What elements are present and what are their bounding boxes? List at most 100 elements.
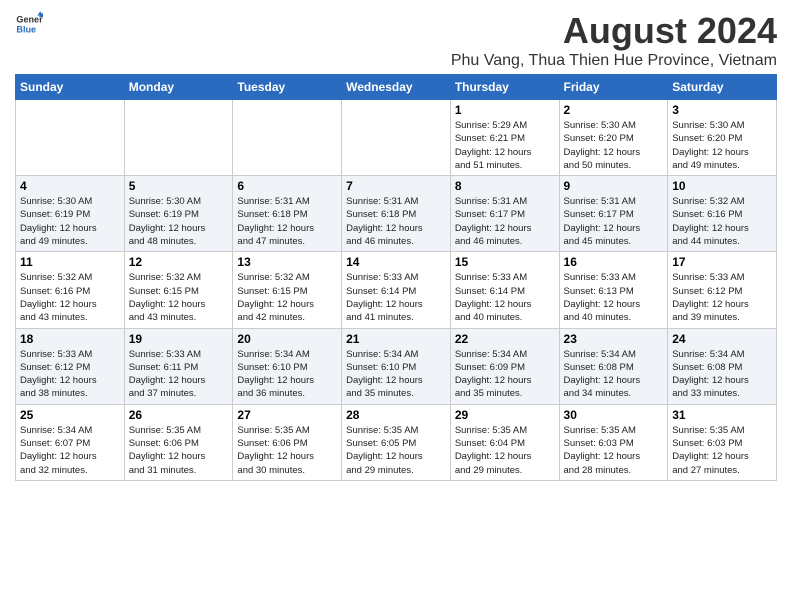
day-number: 13 [237, 255, 337, 269]
day-number: 16 [564, 255, 664, 269]
day-number: 15 [455, 255, 555, 269]
day-number: 5 [129, 179, 229, 193]
week-row-2: 4 Sunrise: 5:30 AM Sunset: 6:19 PM Daylig… [16, 176, 777, 252]
calendar-table: SundayMondayTuesdayWednesdayThursdayFrid… [15, 74, 777, 481]
day-info: Sunrise: 5:31 AM Sunset: 6:17 PM Dayligh… [564, 195, 664, 248]
day-info: Sunrise: 5:35 AM Sunset: 6:03 PM Dayligh… [564, 424, 664, 477]
day-info: Sunrise: 5:31 AM Sunset: 6:18 PM Dayligh… [346, 195, 446, 248]
day-number: 1 [455, 103, 555, 117]
calendar-cell: 27Sunrise: 5:35 AM Sunset: 6:06 PM Dayli… [233, 404, 342, 480]
calendar-cell: 1 Sunrise: 5:29 AM Sunset: 6:21 PM Daylig… [450, 100, 559, 176]
week-row-3: 11 Sunrise: 5:32 AM Sunset: 6:16 PM Dayli… [16, 252, 777, 328]
day-info: Sunrise: 5:31 AM Sunset: 6:18 PM Dayligh… [237, 195, 337, 248]
day-number: 19 [129, 332, 229, 346]
day-info: Sunrise: 5:33 AM Sunset: 6:12 PM Dayligh… [672, 271, 772, 324]
day-info: Sunrise: 5:34 AM Sunset: 6:10 PM Dayligh… [346, 348, 446, 401]
calendar-cell: 13 Sunrise: 5:32 AM Sunset: 6:15 PM Dayli… [233, 252, 342, 328]
week-row-4: 18Sunrise: 5:33 AM Sunset: 6:12 PM Dayli… [16, 328, 777, 404]
subtitle: Phu Vang, Thua Thien Hue Province, Vietn… [451, 52, 777, 70]
day-number: 8 [455, 179, 555, 193]
day-info: Sunrise: 5:29 AM Sunset: 6:21 PM Dayligh… [455, 119, 555, 172]
day-number: 18 [20, 332, 120, 346]
svg-text:General: General [16, 15, 43, 25]
calendar-cell [16, 100, 125, 176]
calendar-cell [342, 100, 451, 176]
day-info: Sunrise: 5:35 AM Sunset: 6:06 PM Dayligh… [129, 424, 229, 477]
calendar-cell: 9Sunrise: 5:31 AM Sunset: 6:17 PM Daylig… [559, 176, 668, 252]
calendar-cell: 29Sunrise: 5:35 AM Sunset: 6:04 PM Dayli… [450, 404, 559, 480]
day-info: Sunrise: 5:35 AM Sunset: 6:03 PM Dayligh… [672, 424, 772, 477]
day-number: 11 [20, 255, 120, 269]
calendar-cell: 11 Sunrise: 5:32 AM Sunset: 6:16 PM Dayli… [16, 252, 125, 328]
calendar-cell [233, 100, 342, 176]
day-info: Sunrise: 5:32 AM Sunset: 6:16 PM Dayligh… [20, 271, 120, 324]
calendar-cell: 12 Sunrise: 5:32 AM Sunset: 6:15 PM Dayli… [124, 252, 233, 328]
week-row-5: 25 Sunrise: 5:34 AM Sunset: 6:07 PM Dayli… [16, 404, 777, 480]
calendar-cell: 21 Sunrise: 5:34 AM Sunset: 6:10 PM Dayli… [342, 328, 451, 404]
day-number: 26 [129, 408, 229, 422]
day-number: 10 [672, 179, 772, 193]
day-info: Sunrise: 5:32 AM Sunset: 6:15 PM Dayligh… [129, 271, 229, 324]
calendar-cell: 24 Sunrise: 5:34 AM Sunset: 6:08 PM Dayli… [668, 328, 777, 404]
calendar-cell: 31Sunrise: 5:35 AM Sunset: 6:03 PM Dayli… [668, 404, 777, 480]
day-number: 17 [672, 255, 772, 269]
day-info: Sunrise: 5:30 AM Sunset: 6:19 PM Dayligh… [20, 195, 120, 248]
day-info: Sunrise: 5:30 AM Sunset: 6:20 PM Dayligh… [672, 119, 772, 172]
calendar-cell: 28 Sunrise: 5:35 AM Sunset: 6:05 PM Dayli… [342, 404, 451, 480]
header-day-saturday: Saturday [668, 75, 777, 100]
day-number: 22 [455, 332, 555, 346]
calendar-cell: 17 Sunrise: 5:33 AM Sunset: 6:12 PM Dayli… [668, 252, 777, 328]
day-info: Sunrise: 5:33 AM Sunset: 6:13 PM Dayligh… [564, 271, 664, 324]
calendar-cell: 22 Sunrise: 5:34 AM Sunset: 6:09 PM Dayli… [450, 328, 559, 404]
calendar-cell: 8Sunrise: 5:31 AM Sunset: 6:17 PM Daylig… [450, 176, 559, 252]
day-number: 25 [20, 408, 120, 422]
calendar-cell: 4 Sunrise: 5:30 AM Sunset: 6:19 PM Daylig… [16, 176, 125, 252]
header-day-wednesday: Wednesday [342, 75, 451, 100]
day-info: Sunrise: 5:35 AM Sunset: 6:05 PM Dayligh… [346, 424, 446, 477]
day-info: Sunrise: 5:34 AM Sunset: 6:08 PM Dayligh… [564, 348, 664, 401]
day-number: 20 [237, 332, 337, 346]
day-number: 24 [672, 332, 772, 346]
day-info: Sunrise: 5:34 AM Sunset: 6:07 PM Dayligh… [20, 424, 120, 477]
day-number: 4 [20, 179, 120, 193]
calendar-cell: 14 Sunrise: 5:33 AM Sunset: 6:14 PM Dayli… [342, 252, 451, 328]
calendar-cell: 30 Sunrise: 5:35 AM Sunset: 6:03 PM Dayli… [559, 404, 668, 480]
calendar-cell: 16 Sunrise: 5:33 AM Sunset: 6:13 PM Dayli… [559, 252, 668, 328]
header-day-thursday: Thursday [450, 75, 559, 100]
calendar-cell: 23 Sunrise: 5:34 AM Sunset: 6:08 PM Dayli… [559, 328, 668, 404]
calendar-cell: 15 Sunrise: 5:33 AM Sunset: 6:14 PM Dayli… [450, 252, 559, 328]
day-number: 14 [346, 255, 446, 269]
day-info: Sunrise: 5:34 AM Sunset: 6:08 PM Dayligh… [672, 348, 772, 401]
day-number: 28 [346, 408, 446, 422]
day-number: 21 [346, 332, 446, 346]
calendar-cell: 7 Sunrise: 5:31 AM Sunset: 6:18 PM Daylig… [342, 176, 451, 252]
calendar-cell: 5Sunrise: 5:30 AM Sunset: 6:19 PM Daylig… [124, 176, 233, 252]
day-number: 7 [346, 179, 446, 193]
calendar-cell: 18Sunrise: 5:33 AM Sunset: 6:12 PM Dayli… [16, 328, 125, 404]
day-info: Sunrise: 5:33 AM Sunset: 6:11 PM Dayligh… [129, 348, 229, 401]
day-info: Sunrise: 5:32 AM Sunset: 6:15 PM Dayligh… [237, 271, 337, 324]
days-header-row: SundayMondayTuesdayWednesdayThursdayFrid… [16, 75, 777, 100]
header-day-monday: Monday [124, 75, 233, 100]
day-number: 6 [237, 179, 337, 193]
day-info: Sunrise: 5:33 AM Sunset: 6:14 PM Dayligh… [455, 271, 555, 324]
day-info: Sunrise: 5:35 AM Sunset: 6:04 PM Dayligh… [455, 424, 555, 477]
day-number: 2 [564, 103, 664, 117]
calendar-cell: 19 Sunrise: 5:33 AM Sunset: 6:11 PM Dayli… [124, 328, 233, 404]
day-info: Sunrise: 5:30 AM Sunset: 6:20 PM Dayligh… [564, 119, 664, 172]
day-number: 3 [672, 103, 772, 117]
title-area: August 2024 Phu Vang, Thua Thien Hue Pro… [451, 10, 777, 70]
day-number: 23 [564, 332, 664, 346]
calendar-cell: 25 Sunrise: 5:34 AM Sunset: 6:07 PM Dayli… [16, 404, 125, 480]
header-day-tuesday: Tuesday [233, 75, 342, 100]
day-number: 27 [237, 408, 337, 422]
header-day-sunday: Sunday [16, 75, 125, 100]
day-number: 30 [564, 408, 664, 422]
day-info: Sunrise: 5:33 AM Sunset: 6:14 PM Dayligh… [346, 271, 446, 324]
day-info: Sunrise: 5:34 AM Sunset: 6:09 PM Dayligh… [455, 348, 555, 401]
day-number: 12 [129, 255, 229, 269]
day-info: Sunrise: 5:34 AM Sunset: 6:10 PM Dayligh… [237, 348, 337, 401]
calendar-cell: 20 Sunrise: 5:34 AM Sunset: 6:10 PM Dayli… [233, 328, 342, 404]
header: General Blue August 2024 Phu Vang, Thua … [15, 10, 777, 70]
header-day-friday: Friday [559, 75, 668, 100]
